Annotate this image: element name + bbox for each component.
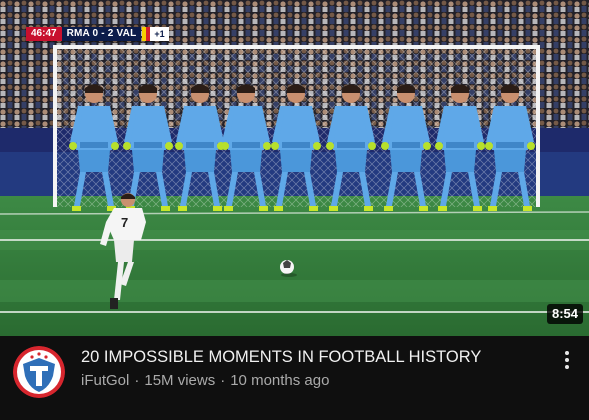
added-time: +1: [150, 27, 169, 41]
channel-name[interactable]: iFutGol: [81, 372, 129, 389]
match-clock: 46:47: [26, 27, 62, 41]
player-number: 7: [121, 215, 128, 230]
match-scorebug: 46:47 RMA 0 - 2 VAL +1: [26, 27, 169, 41]
meta-separator: ·: [220, 372, 226, 389]
video-title[interactable]: 20 IMPOSSIBLE MOMENTS IN FOOTBALL HISTOR…: [81, 347, 481, 367]
video-thumbnail[interactable]: 7 46:47 RMA 0 - 2 VAL +1 8:54: [0, 0, 589, 336]
video-duration-badge: 8:54: [546, 304, 583, 324]
view-count: 15M views: [144, 372, 216, 389]
upload-age: 10 months ago: [230, 372, 330, 389]
match-score: RMA 0 - 2 VAL: [61, 27, 142, 41]
meta-separator: ·: [134, 372, 140, 389]
video-subtitle: iFutGol · 15M views · 10 months ago: [81, 372, 329, 390]
vertical-dots-icon: [565, 351, 569, 369]
thumbnail-scene: 7: [0, 0, 589, 336]
pitch: [0, 196, 589, 336]
shield-logo-icon: [13, 346, 65, 398]
more-options-button[interactable]: [556, 348, 578, 372]
channel-avatar[interactable]: [13, 346, 65, 398]
